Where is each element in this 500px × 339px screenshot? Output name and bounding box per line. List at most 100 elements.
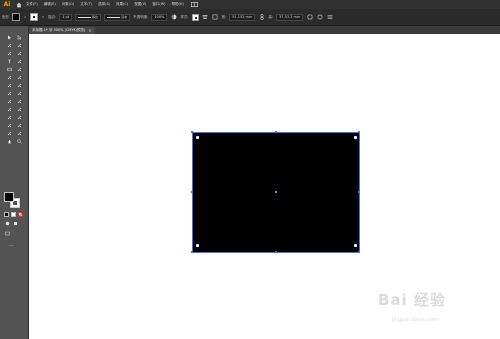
workspace-switcher-icon[interactable]	[190, 2, 199, 8]
eyedropper-tool-icon[interactable]	[5, 114, 13, 121]
blend-tool-icon[interactable]	[15, 114, 23, 121]
type-tool-icon[interactable]	[5, 58, 13, 65]
style-label: 样式:	[180, 14, 189, 19]
align-icon[interactable]	[202, 14, 209, 21]
document-title: 未标题-1* @ 300% (CMYK/预览)	[32, 28, 86, 32]
bbox-handle[interactable]	[358, 251, 360, 253]
lasso-tool-icon[interactable]	[15, 42, 23, 49]
eraser-tool-icon[interactable]	[15, 74, 23, 81]
width-tool-icon[interactable]	[5, 90, 13, 97]
transform-icon[interactable]	[212, 14, 219, 21]
fill-color-box[interactable]	[4, 192, 14, 202]
profile-line	[78, 16, 92, 18]
brush-line	[107, 16, 121, 18]
menu-type[interactable]: 文字(T)	[77, 2, 95, 7]
edit-toolbar-icon[interactable]: ···	[9, 243, 14, 249]
zoom-tool-icon[interactable]	[15, 138, 23, 145]
app-logo: Ai	[3, 1, 11, 8]
home-icon[interactable]	[14, 2, 23, 8]
artboard-tool-icon[interactable]	[5, 130, 13, 137]
color-mode-row	[4, 212, 23, 217]
screen-mode-row	[4, 231, 18, 236]
corner-widget[interactable]	[354, 244, 357, 247]
menu-window[interactable]: 窗口(W)	[149, 2, 168, 7]
variable-width-profile[interactable]: 等比	[75, 13, 102, 21]
bbox-handle[interactable]	[358, 191, 360, 193]
width-field[interactable]: 51.152 mm	[229, 13, 256, 21]
watermark-url: jingyan.baidu.com	[392, 317, 439, 323]
profile-label: 等比	[92, 15, 99, 19]
scale-tool-icon[interactable]	[15, 82, 23, 89]
document-tab-bar: 未标题-1* @ 300% (CMYK/预览) ×	[29, 26, 500, 34]
recolor-artwork-icon[interactable]	[170, 14, 177, 21]
graphic-style-swatch[interactable]	[191, 13, 199, 21]
height-field[interactable]: 37.53.2 mm	[276, 13, 304, 21]
pen-tool-icon[interactable]	[5, 50, 13, 57]
stroke-weight-value: 1 pt	[62, 15, 70, 19]
width-label: 宽:	[221, 14, 227, 19]
menu-file[interactable]: 文件(F)	[23, 2, 41, 7]
symbol-sprayer-tool-icon[interactable]	[5, 122, 13, 129]
bbox-handle[interactable]	[358, 131, 360, 133]
opacity-value: 100%	[154, 15, 165, 19]
watermark-brand: Bai 经验	[378, 291, 446, 309]
height-label: 高:	[268, 14, 274, 19]
menu-view[interactable]: 视图(V)	[131, 2, 149, 7]
bbox-handle[interactable]	[275, 131, 277, 133]
bbox-handle[interactable]	[191, 251, 193, 253]
corner-widget[interactable]	[196, 244, 199, 247]
menu-select[interactable]: 选择(S)	[95, 2, 113, 7]
free-transform-tool-icon[interactable]	[15, 90, 23, 97]
magic-wand-tool-icon[interactable]	[5, 42, 13, 49]
draw-normal-icon[interactable]	[4, 221, 10, 226]
opacity-field[interactable]: 100%	[151, 13, 168, 21]
stroke-weight-field[interactable]: 1 pt	[59, 13, 73, 21]
rectangle-tool-icon[interactable]	[5, 66, 13, 73]
curvature-tool-icon[interactable]	[15, 50, 23, 57]
fill-swatch[interactable]	[12, 13, 20, 21]
center-point	[275, 191, 277, 193]
screen-mode-icon[interactable]	[4, 231, 10, 236]
line-segment-tool-icon[interactable]	[15, 58, 23, 65]
close-icon[interactable]: ×	[88, 28, 91, 33]
menu-edit[interactable]: 编辑(E)	[41, 2, 59, 7]
rotate-tool-icon[interactable]	[5, 82, 13, 89]
bbox-handle[interactable]	[191, 191, 193, 193]
control-bar: 矩形 ▾ ▾ 描边: 1 pt 等比 基本 不透明度: 100% 样式: 宽: …	[0, 9, 500, 26]
shaper-tool-icon[interactable]	[5, 74, 13, 81]
corner-widget[interactable]	[196, 136, 199, 139]
gradient-tool-icon[interactable]	[15, 106, 23, 113]
more-options-icon[interactable]	[326, 14, 333, 21]
menu-effect[interactable]: 效果(C)	[113, 2, 131, 7]
menu-help[interactable]: 帮助(H)	[169, 2, 187, 7]
gradient-mode-button[interactable]	[11, 212, 16, 217]
height-value: 37.53.2 mm	[279, 15, 301, 19]
brush-definition[interactable]: 基本	[104, 13, 131, 21]
document-tab[interactable]: 未标题-1* @ 300% (CMYK/预览) ×	[29, 27, 95, 34]
mesh-tool-icon[interactable]	[5, 106, 13, 113]
tools-panel: ···	[0, 26, 29, 339]
slice-tool-icon[interactable]	[15, 130, 23, 137]
shape-builder-tool-icon[interactable]	[5, 98, 13, 105]
shape-properties-icon[interactable]	[306, 14, 313, 21]
bbox-handle[interactable]	[191, 131, 193, 133]
brush-label: 基本	[121, 15, 128, 19]
chevron-down-icon[interactable]: ▾	[41, 15, 45, 19]
chevron-down-icon[interactable]: ▾	[23, 15, 27, 19]
link-icon[interactable]	[258, 14, 265, 21]
corner-widget[interactable]	[354, 136, 357, 139]
stroke-swatch[interactable]	[30, 13, 38, 21]
color-mode-button[interactable]	[4, 212, 9, 217]
perspective-grid-tool-icon[interactable]	[15, 98, 23, 105]
direct-selection-tool-icon[interactable]	[15, 34, 23, 41]
selection-tool-icon[interactable]	[5, 34, 13, 41]
bbox-handle[interactable]	[275, 251, 277, 253]
none-mode-button[interactable]	[18, 212, 23, 217]
menu-object[interactable]: 对象(O)	[59, 2, 78, 7]
menu-bar: Ai 文件(F) 编辑(E) 对象(O) 文字(T) 选择(S) 效果(C) 视…	[0, 0, 500, 9]
column-graph-tool-icon[interactable]	[15, 122, 23, 129]
hand-tool-icon[interactable]	[5, 138, 13, 145]
draw-behind-icon[interactable]	[12, 221, 18, 226]
paintbrush-tool-icon[interactable]	[15, 66, 23, 73]
isolate-icon[interactable]	[316, 14, 323, 21]
